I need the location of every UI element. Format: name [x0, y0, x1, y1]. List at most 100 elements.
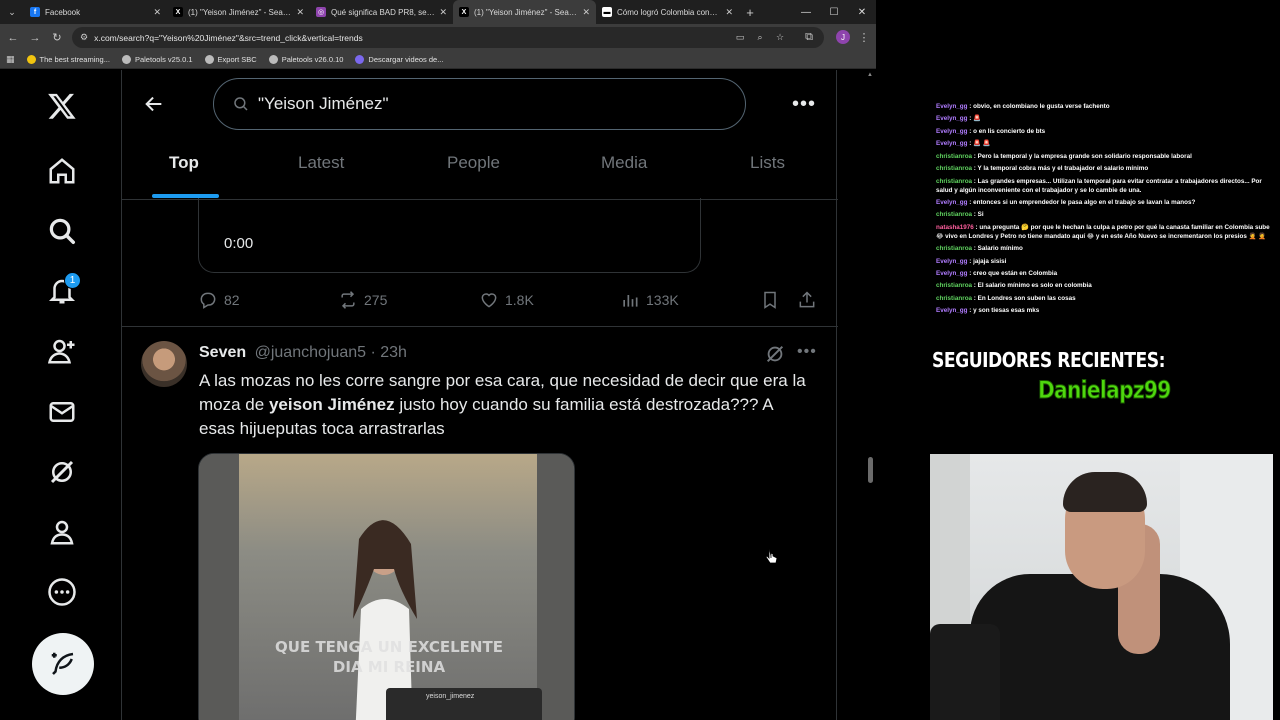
video-caption: QUE TENGA UN EXCELENTE DIA MI REINA — [275, 638, 503, 676]
profile-icon[interactable] — [40, 510, 84, 554]
more-options-icon[interactable] — [40, 570, 84, 614]
chat-text: entonces si un emprendedor le pasa algo … — [973, 198, 1196, 206]
browser-tab[interactable]: X (1) "Yeison Jiménez" - Search / X✕ — [167, 0, 310, 24]
scroll-up-icon[interactable]: ▲ — [867, 72, 873, 78]
repost-button[interactable]: 275 — [338, 288, 387, 312]
tab-close-icon[interactable]: ✕ — [296, 7, 304, 18]
forward-nav-icon[interactable]: → — [24, 27, 46, 49]
messages-envelope-icon[interactable] — [40, 390, 84, 434]
follow-user-icon[interactable] — [40, 329, 84, 373]
video-inner-card: yeison_jimenez — [386, 688, 542, 720]
avatar[interactable] — [141, 341, 187, 387]
grok-explain-icon[interactable] — [764, 343, 786, 365]
address-bar[interactable]: ⚙ x.com/search?q="Yeison%20Jiménez"&src=… — [72, 27, 824, 48]
tab-latest[interactable]: Latest — [298, 153, 344, 173]
browser-tab[interactable]: ◎ Qué significa BAD PR8, señal que...✕ — [310, 0, 453, 24]
bookmark-button[interactable] — [760, 288, 786, 312]
x-logo-icon[interactable] — [40, 84, 84, 128]
author-name[interactable]: Seven — [199, 344, 246, 361]
tab-title: Qué significa BAD PR8, señal que... — [331, 7, 436, 17]
chat-username: Evelyn_gg — [936, 103, 968, 110]
author-handle[interactable]: @juanchojuan5 — [255, 344, 366, 361]
url-text[interactable]: x.com/search?q="Yeison%20Jiménez"&src=tr… — [94, 33, 363, 43]
share-icon — [799, 291, 815, 308]
chat-message: Evelyn_gg : obvio, en colombiano le gust… — [936, 103, 1276, 112]
scroll-thumb[interactable] — [868, 457, 873, 483]
tweet-more-icon[interactable]: ••• — [797, 343, 817, 361]
webcam-person-body — [970, 574, 1230, 720]
tab-close-icon[interactable]: ✕ — [582, 7, 590, 18]
back-nav-icon[interactable]: ← — [2, 27, 24, 49]
bookmark-item[interactable]: Paletools v26.0.10 — [268, 55, 343, 64]
chat-username: Evelyn_gg — [936, 127, 968, 135]
reload-icon[interactable]: ↻ — [46, 27, 68, 49]
video-inner-handle: yeison_jimenez — [426, 693, 475, 700]
tab-people[interactable]: People — [447, 153, 500, 173]
maximize-button[interactable]: ☐ — [820, 0, 848, 24]
tab-close-icon[interactable]: ✕ — [153, 7, 161, 18]
bookmark-item[interactable]: Paletools v25.0.1 — [121, 55, 193, 64]
x-page: 1 "Yeison Jiménez" ••• Top Latest People… — [0, 70, 876, 720]
views-button[interactable]: 133K — [620, 288, 679, 312]
grok-icon[interactable] — [40, 450, 84, 494]
notifications-bell-icon[interactable]: 1 — [40, 269, 84, 313]
chat-message: christianroa : En Londres son suben las … — [936, 295, 1276, 304]
chat-text: En Londres son suben las cosas — [977, 294, 1076, 302]
tweet-media-card[interactable]: 0:00 — [198, 198, 701, 273]
compose-feather-icon — [51, 652, 74, 675]
bookmark-label: Paletools v25.0.1 — [134, 55, 193, 64]
profile-avatar[interactable]: J — [836, 30, 850, 44]
page-scrollbar[interactable]: ▲ — [864, 70, 876, 720]
minimize-button[interactable]: — — [792, 0, 820, 24]
tweet-video[interactable]: QUE TENGA UN EXCELENTE DIA MI REINA yeis… — [198, 453, 575, 720]
close-window-button[interactable]: ✕ — [848, 0, 876, 24]
bookmark-item[interactable]: Export SBC — [204, 55, 257, 64]
search-more-options-icon[interactable]: ••• — [790, 90, 818, 118]
tweet-text: A las mozas no les corre sangre por esa … — [199, 369, 809, 441]
bookmark-item[interactable]: Descargar videos de... — [355, 55, 443, 64]
site-info-icon[interactable]: ⚙ — [80, 32, 88, 43]
back-arrow-icon — [145, 96, 162, 112]
chat-username: Evelyn_gg — [936, 307, 968, 315]
apps-grid-icon[interactable]: ▦ — [6, 54, 15, 65]
chat-text: Si — [977, 211, 984, 219]
chat-message: Evelyn_gg : jajaja sisisi — [936, 258, 1276, 267]
tab-top[interactable]: Top — [169, 153, 199, 173]
tab-lists[interactable]: Lists — [750, 153, 785, 173]
reply-button[interactable]: 82 — [198, 288, 240, 312]
bookmark-icon — [764, 291, 776, 309]
bookmark-item[interactable]: The best streaming... — [26, 55, 110, 64]
like-button[interactable]: 1.8K — [479, 288, 534, 312]
home-icon[interactable] — [40, 149, 84, 193]
bookmark-star-icon[interactable]: ☆ — [772, 27, 788, 48]
chat-username: Evelyn_gg — [936, 270, 968, 277]
tab-media[interactable]: Media — [601, 153, 647, 173]
tab-favicon-icon: f — [30, 7, 40, 17]
chat-username: Evelyn_gg — [936, 257, 968, 265]
tab-close-icon[interactable]: ✕ — [439, 7, 447, 18]
cast-icon[interactable]: ▭ — [732, 27, 748, 48]
new-tab-button[interactable]: + — [739, 0, 761, 24]
compose-post-button[interactable] — [32, 633, 94, 695]
reply-icon — [200, 292, 216, 309]
tab-search-menu[interactable]: ⌄ — [0, 0, 24, 24]
browser-tab[interactable]: f Facebook ✕ — [24, 0, 167, 24]
browser-tab[interactable]: ▬ Cómo logró Colombia convertirse...✕ — [596, 0, 739, 24]
tweet-time[interactable]: · 23h — [370, 344, 406, 361]
browser-menu-icon[interactable]: ⋮ — [853, 26, 875, 48]
zoom-icon[interactable]: ⌕ — [752, 27, 768, 48]
tab-strip: ⌄ f Facebook ✕ X (1) "Yeison Jiménez" - Sear… — [0, 0, 876, 24]
chat-text: 🚨 — [973, 115, 981, 123]
extensions-icon[interactable]: ⧉ — [798, 26, 820, 48]
share-button[interactable] — [797, 288, 823, 312]
search-query-text[interactable]: "Yeison Jiménez" — [258, 94, 389, 114]
back-arrow-button[interactable] — [140, 90, 168, 118]
left-navigation: 1 — [0, 70, 120, 720]
chat-username: christianroa — [936, 152, 973, 160]
browser-tab[interactable]: X (1) "Yeison Jiménez" - Search / X✕ — [453, 0, 596, 24]
tab-close-icon[interactable]: ✕ — [725, 7, 733, 18]
explore-search-icon[interactable] — [40, 209, 84, 253]
chat-text: Las grandes empresas... Utilizan la temp… — [936, 177, 1262, 194]
search-input[interactable]: "Yeison Jiménez" — [213, 78, 746, 130]
chat-username: christianroa — [936, 177, 973, 185]
